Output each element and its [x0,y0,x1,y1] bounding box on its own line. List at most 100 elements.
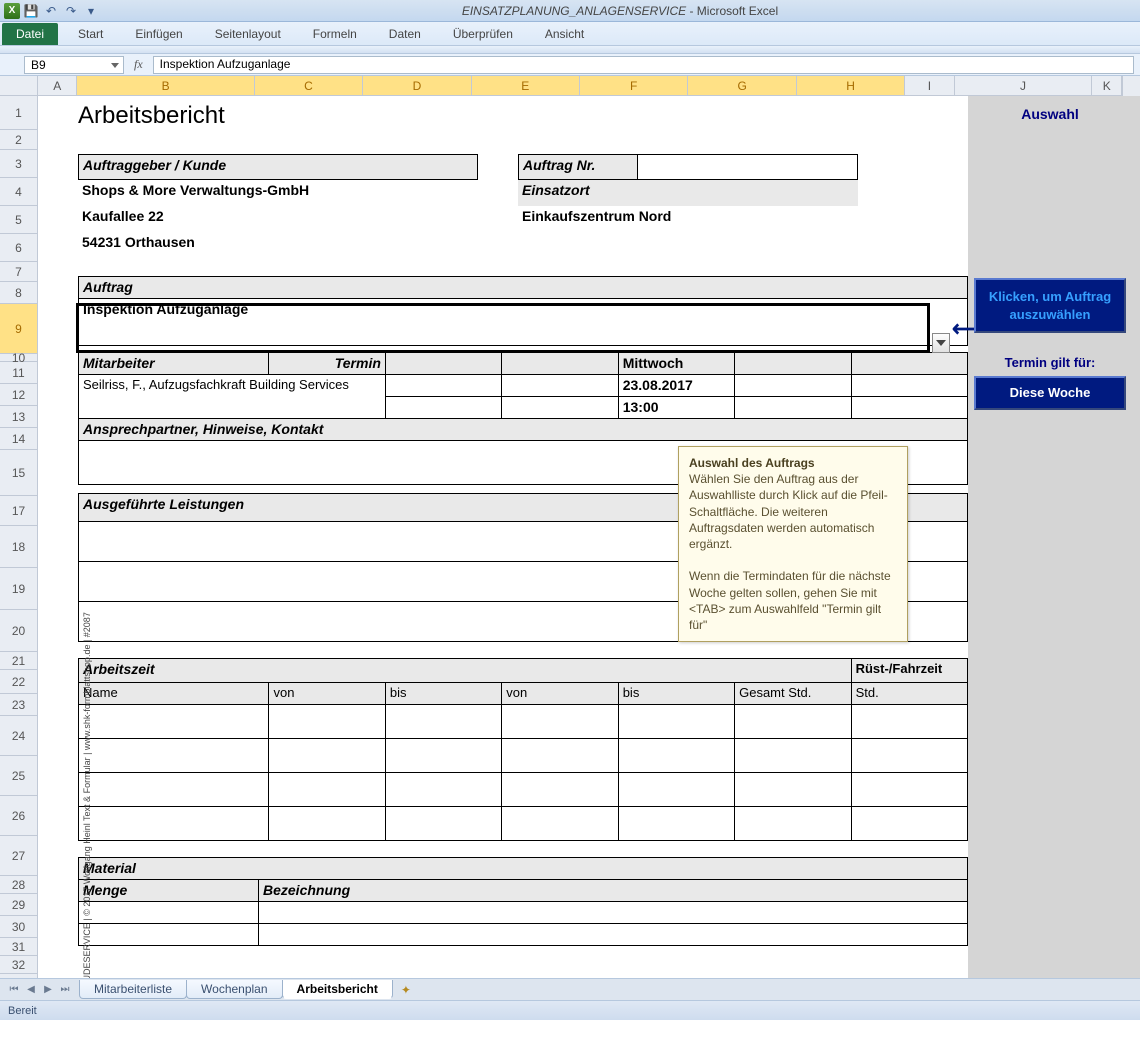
row-header[interactable]: 4 [0,178,37,206]
col-header[interactable]: G [688,76,796,95]
save-icon[interactable]: 💾 [22,2,40,20]
tab-view[interactable]: Ansicht [529,23,600,45]
row-header[interactable]: 5 [0,206,37,234]
row-header[interactable]: 7 [0,262,37,282]
row-header[interactable]: 27 [0,836,37,876]
this-week-button[interactable]: Diese Woche [974,376,1126,410]
wt-cell[interactable] [79,739,269,773]
tab-review[interactable]: Überprüfen [437,23,529,45]
row-header[interactable]: 18 [0,526,37,568]
row-header[interactable]: 11 [0,362,37,384]
tab-prev-icon[interactable]: ◀ [23,982,39,998]
contact-label: Ansprechpartner, Hinweise, Kontakt [79,419,968,441]
wt-cell[interactable] [79,807,269,841]
row-header[interactable]: 26 [0,796,37,836]
row-header[interactable]: 22 [0,670,37,694]
tooltip: Auswahl des Auftrags Wählen Sie den Auft… [678,446,908,642]
tab-first-icon[interactable]: ⏮ [6,982,22,998]
sheet-tab-mitarbeiter[interactable]: Mitarbeiterliste [79,980,187,999]
tab-insert[interactable]: Einfügen [119,23,198,45]
formula-input[interactable]: Inspektion Aufzuganlage [153,56,1134,74]
col-header[interactable]: A [38,76,77,95]
sheet-tab-wochenplan[interactable]: Wochenplan [186,980,283,999]
redo-icon[interactable]: ↷ [62,2,80,20]
col-header[interactable]: K [1092,76,1122,95]
row-header[interactable]: 13 [0,406,37,428]
row-header[interactable]: 3 [0,150,37,178]
row-header[interactable]: 9 [0,304,37,354]
col-name: Name [79,683,269,705]
dropdown-handle-icon[interactable] [932,333,950,353]
col-header[interactable]: H [797,76,905,95]
col-header[interactable]: E [472,76,580,95]
row-header[interactable]: 15 [0,450,37,496]
termin-header: Termin [269,353,385,375]
undo-icon[interactable]: ↶ [42,2,60,20]
new-sheet-icon[interactable]: ✦ [396,983,416,997]
row-header[interactable]: 30 [0,916,37,938]
grid-area[interactable]: Arbeitsbericht Auftraggeber / Kunde Shop… [38,96,1122,1020]
copyright-text: E.ÄUDESERVICE | © 2017 Wolfgang Heinl Te… [82,596,92,996]
row-header[interactable]: 17 [0,496,37,526]
row-header[interactable]: 20 [0,610,37,652]
row-header[interactable]: 24 [0,716,37,756]
row-header[interactable]: 19 [0,568,37,610]
row-header[interactable]: 10 [0,354,37,362]
tab-formulas[interactable]: Formeln [297,23,373,45]
wt-cell[interactable] [79,705,269,739]
qty-label: Menge [79,880,259,902]
time-cell: 13:00 [618,397,734,419]
col-header[interactable]: J [955,76,1093,95]
qat-more-icon[interactable]: ▾ [82,2,100,20]
row-header[interactable]: 25 [0,756,37,796]
order-label: Auftrag [78,276,968,298]
row-header[interactable]: 21 [0,652,37,670]
col-von: von [269,683,385,705]
order-no-value[interactable] [638,154,858,180]
name-box[interactable]: B9 [24,56,124,74]
tooltip-body1: Wählen Sie den Auftrag aus der Auswahlli… [689,472,888,551]
row-header[interactable]: 1 [0,96,37,130]
order-value-cell[interactable]: Inspektion Aufzuganlage [78,298,968,346]
tab-pagelayout[interactable]: Seitenlayout [199,23,297,45]
formula-bar: B9 fx Inspektion Aufzuganlage [0,54,1140,76]
row-header[interactable]: 12 [0,384,37,406]
worksheet: A B C D E F G H I J K 1 2 3 4 5 6 7 8 9 … [0,76,1140,1020]
col-von: von [502,683,618,705]
tooltip-title: Auswahl des Auftrags [689,456,815,470]
select-all-button[interactable] [0,76,38,96]
order-value-text: Inspektion Aufzuganlage [83,301,248,317]
row-header[interactable]: 2 [0,130,37,150]
tab-data[interactable]: Daten [373,23,437,45]
row-header[interactable]: 32 [0,956,37,974]
wt-cell[interactable] [79,773,269,807]
fx-icon[interactable]: fx [134,57,143,72]
col-header[interactable]: D [363,76,471,95]
sheet-tab-bar: ⏮ ◀ ▶ ⏭ Mitarbeiterliste Wochenplan Arbe… [0,978,1140,1000]
row-header[interactable]: 28 [0,876,37,894]
column-headers: A B C D E F G H I J K [38,76,1122,96]
ribbon-strip [0,46,1140,54]
title-bar: X 💾 ↶ ↷ ▾ EINSATZPLANUNG_ANLAGENSERVICE … [0,0,1140,22]
tab-last-icon[interactable]: ⏭ [57,982,73,998]
sheet-tab-arbeitsbericht[interactable]: Arbeitsbericht [282,980,393,999]
row-header[interactable]: 14 [0,428,37,450]
col-header[interactable]: F [580,76,688,95]
select-order-button[interactable]: Klicken, um Auftrag auszuwählen [974,278,1126,333]
client-label: Auftraggeber / Kunde [78,154,478,180]
tab-start[interactable]: Start [62,23,119,45]
staff-name-cell: Seilriss, F., Aufzugsfachkraft Building … [79,375,386,419]
col-header[interactable]: B [77,76,254,95]
col-header[interactable]: C [255,76,363,95]
tab-file[interactable]: Datei [2,23,58,45]
col-header[interactable]: I [905,76,954,95]
row-header[interactable]: 29 [0,894,37,916]
row-header[interactable]: 23 [0,694,37,716]
tab-next-icon[interactable]: ▶ [40,982,56,998]
termin-gilt-label: Termin gilt für: [970,355,1130,370]
row-header[interactable]: 8 [0,282,37,304]
staff-header: Mitarbeiter [79,353,269,375]
col-std: Std. [851,683,967,705]
row-header[interactable]: 31 [0,938,37,956]
row-header[interactable]: 6 [0,234,37,262]
